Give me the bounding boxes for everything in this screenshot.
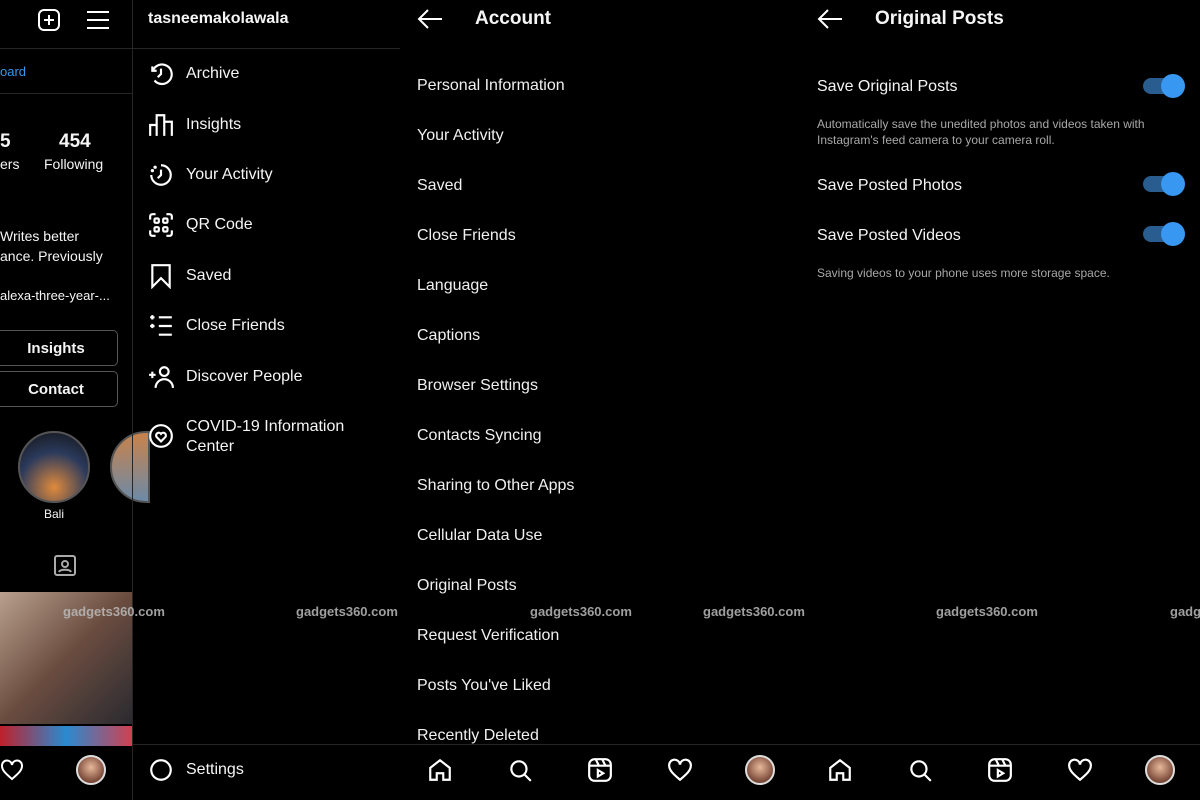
back-arrow-icon[interactable] (817, 8, 843, 30)
hamburger-menu-icon[interactable] (87, 10, 109, 30)
watermark: gadgets360.com (703, 604, 805, 619)
watermark: gadgets360.com (530, 604, 632, 619)
menu-item-discover-people[interactable]: Discover People (148, 364, 303, 390)
home-icon[interactable] (427, 757, 453, 788)
setting-description: Automatically save the unedited photos a… (817, 117, 1145, 147)
insights-button[interactable]: Insights (0, 330, 118, 366)
setting-label: Save Posted Videos (817, 227, 961, 244)
settings-icon (150, 759, 172, 781)
account-menu-item[interactable]: Sharing to Other Apps (417, 477, 574, 495)
following-label[interactable]: Following (44, 156, 103, 172)
page-title: Account (475, 8, 551, 29)
account-menu-item[interactable]: Browser Settings (417, 377, 538, 395)
save-original-posts-toggle[interactable] (1143, 74, 1185, 98)
covid-info-icon (149, 424, 173, 448)
menu-item-label: Archive (186, 65, 240, 82)
bio-line: ance. Previously (0, 248, 103, 264)
highlight-label: Bali (44, 507, 65, 521)
menu-item-label: Insights (186, 116, 242, 133)
followers-label[interactable]: ers (0, 156, 19, 172)
activity-icon (150, 164, 172, 186)
post-thumbnail[interactable] (0, 726, 132, 746)
search-icon[interactable] (507, 757, 533, 788)
menu-item-label: Close Friends (186, 317, 285, 334)
account-menu-item[interactable]: Cellular Data Use (417, 527, 542, 545)
menu-item-label: Saved (186, 267, 232, 284)
profile-avatar[interactable] (745, 755, 775, 785)
account-menu-item[interactable]: Captions (417, 327, 480, 345)
profile-avatar[interactable] (76, 755, 106, 785)
account-menu-item[interactable]: Recently Deleted (417, 727, 539, 745)
menu-item-covid-info[interactable]: COVID-19 Information Center (148, 417, 366, 457)
close-friends-icon (150, 315, 172, 336)
menu-item-close-friends[interactable]: Close Friends (148, 313, 285, 339)
save-posted-videos-toggle[interactable] (1143, 222, 1185, 246)
watermark: gadgets360.com (936, 604, 1038, 619)
contact-button[interactable]: Contact (0, 371, 118, 407)
archive-icon (151, 63, 173, 86)
bio-link[interactable]: alexa-three-year-... (0, 288, 110, 303)
account-menu-item[interactable]: Contacts Syncing (417, 427, 542, 445)
reels-icon[interactable] (987, 757, 1013, 788)
account-menu-item[interactable]: Saved (417, 177, 462, 195)
account-menu-item[interactable]: Original Posts (417, 577, 517, 595)
insights-icon (149, 114, 173, 136)
bookmark-icon (151, 264, 171, 289)
menu-item-label: Your Activity (186, 166, 273, 183)
menu-item-your-activity[interactable]: Your Activity (148, 162, 273, 188)
bio-line: Writes better (0, 228, 80, 244)
menu-item-label: Settings (186, 761, 244, 778)
followers-count[interactable]: 5 (0, 131, 11, 153)
account-menu-item[interactable]: Language (417, 277, 488, 295)
menu-item-label: QR Code (186, 216, 253, 233)
menu-item-insights[interactable]: Insights (148, 112, 241, 138)
menu-item-settings[interactable]: Settings (148, 757, 244, 783)
watermark: gadgets360.com (63, 604, 165, 619)
setting-label: Save Original Posts (817, 78, 958, 95)
dashboard-link[interactable]: oard (0, 64, 26, 79)
watermark: gadg (1170, 604, 1200, 619)
search-icon[interactable] (907, 757, 933, 788)
heart-icon[interactable] (667, 757, 693, 788)
highlight-bali[interactable] (18, 431, 90, 503)
page-title: Original Posts (875, 8, 1004, 29)
qr-code-icon (149, 213, 173, 237)
setting-label: Save Posted Photos (817, 177, 962, 194)
highlight-partial[interactable] (110, 431, 150, 503)
profile-avatar[interactable] (1145, 755, 1175, 785)
heart-icon[interactable] (1067, 757, 1093, 788)
account-menu-item[interactable]: Personal Information (417, 77, 565, 95)
menu-item-label: Discover People (186, 368, 303, 385)
add-person-icon (149, 366, 174, 388)
account-menu-item[interactable]: Posts You've Liked (417, 677, 551, 695)
tagged-posts-icon[interactable] (53, 553, 77, 577)
username: tasneemakolawala (148, 10, 289, 27)
heart-icon[interactable] (0, 758, 24, 782)
following-count[interactable]: 454 (59, 131, 91, 153)
menu-item-qr-code[interactable]: QR Code (148, 212, 253, 238)
account-menu-item[interactable]: Close Friends (417, 227, 516, 245)
account-menu-item[interactable]: Request Verification (417, 627, 559, 645)
setting-description: Saving videos to your phone uses more st… (817, 266, 1110, 280)
account-menu-item[interactable]: Your Activity (417, 127, 504, 145)
save-posted-photos-toggle[interactable] (1143, 172, 1185, 196)
home-icon[interactable] (827, 757, 853, 788)
menu-item-archive[interactable]: Archive (148, 61, 239, 87)
menu-item-label: COVID-19 Information Center (186, 418, 345, 455)
watermark: gadgets360.com (296, 604, 398, 619)
back-arrow-icon[interactable] (417, 8, 443, 30)
menu-item-saved[interactable]: Saved (148, 263, 231, 289)
reels-icon[interactable] (587, 757, 613, 788)
new-post-icon[interactable] (37, 8, 61, 32)
